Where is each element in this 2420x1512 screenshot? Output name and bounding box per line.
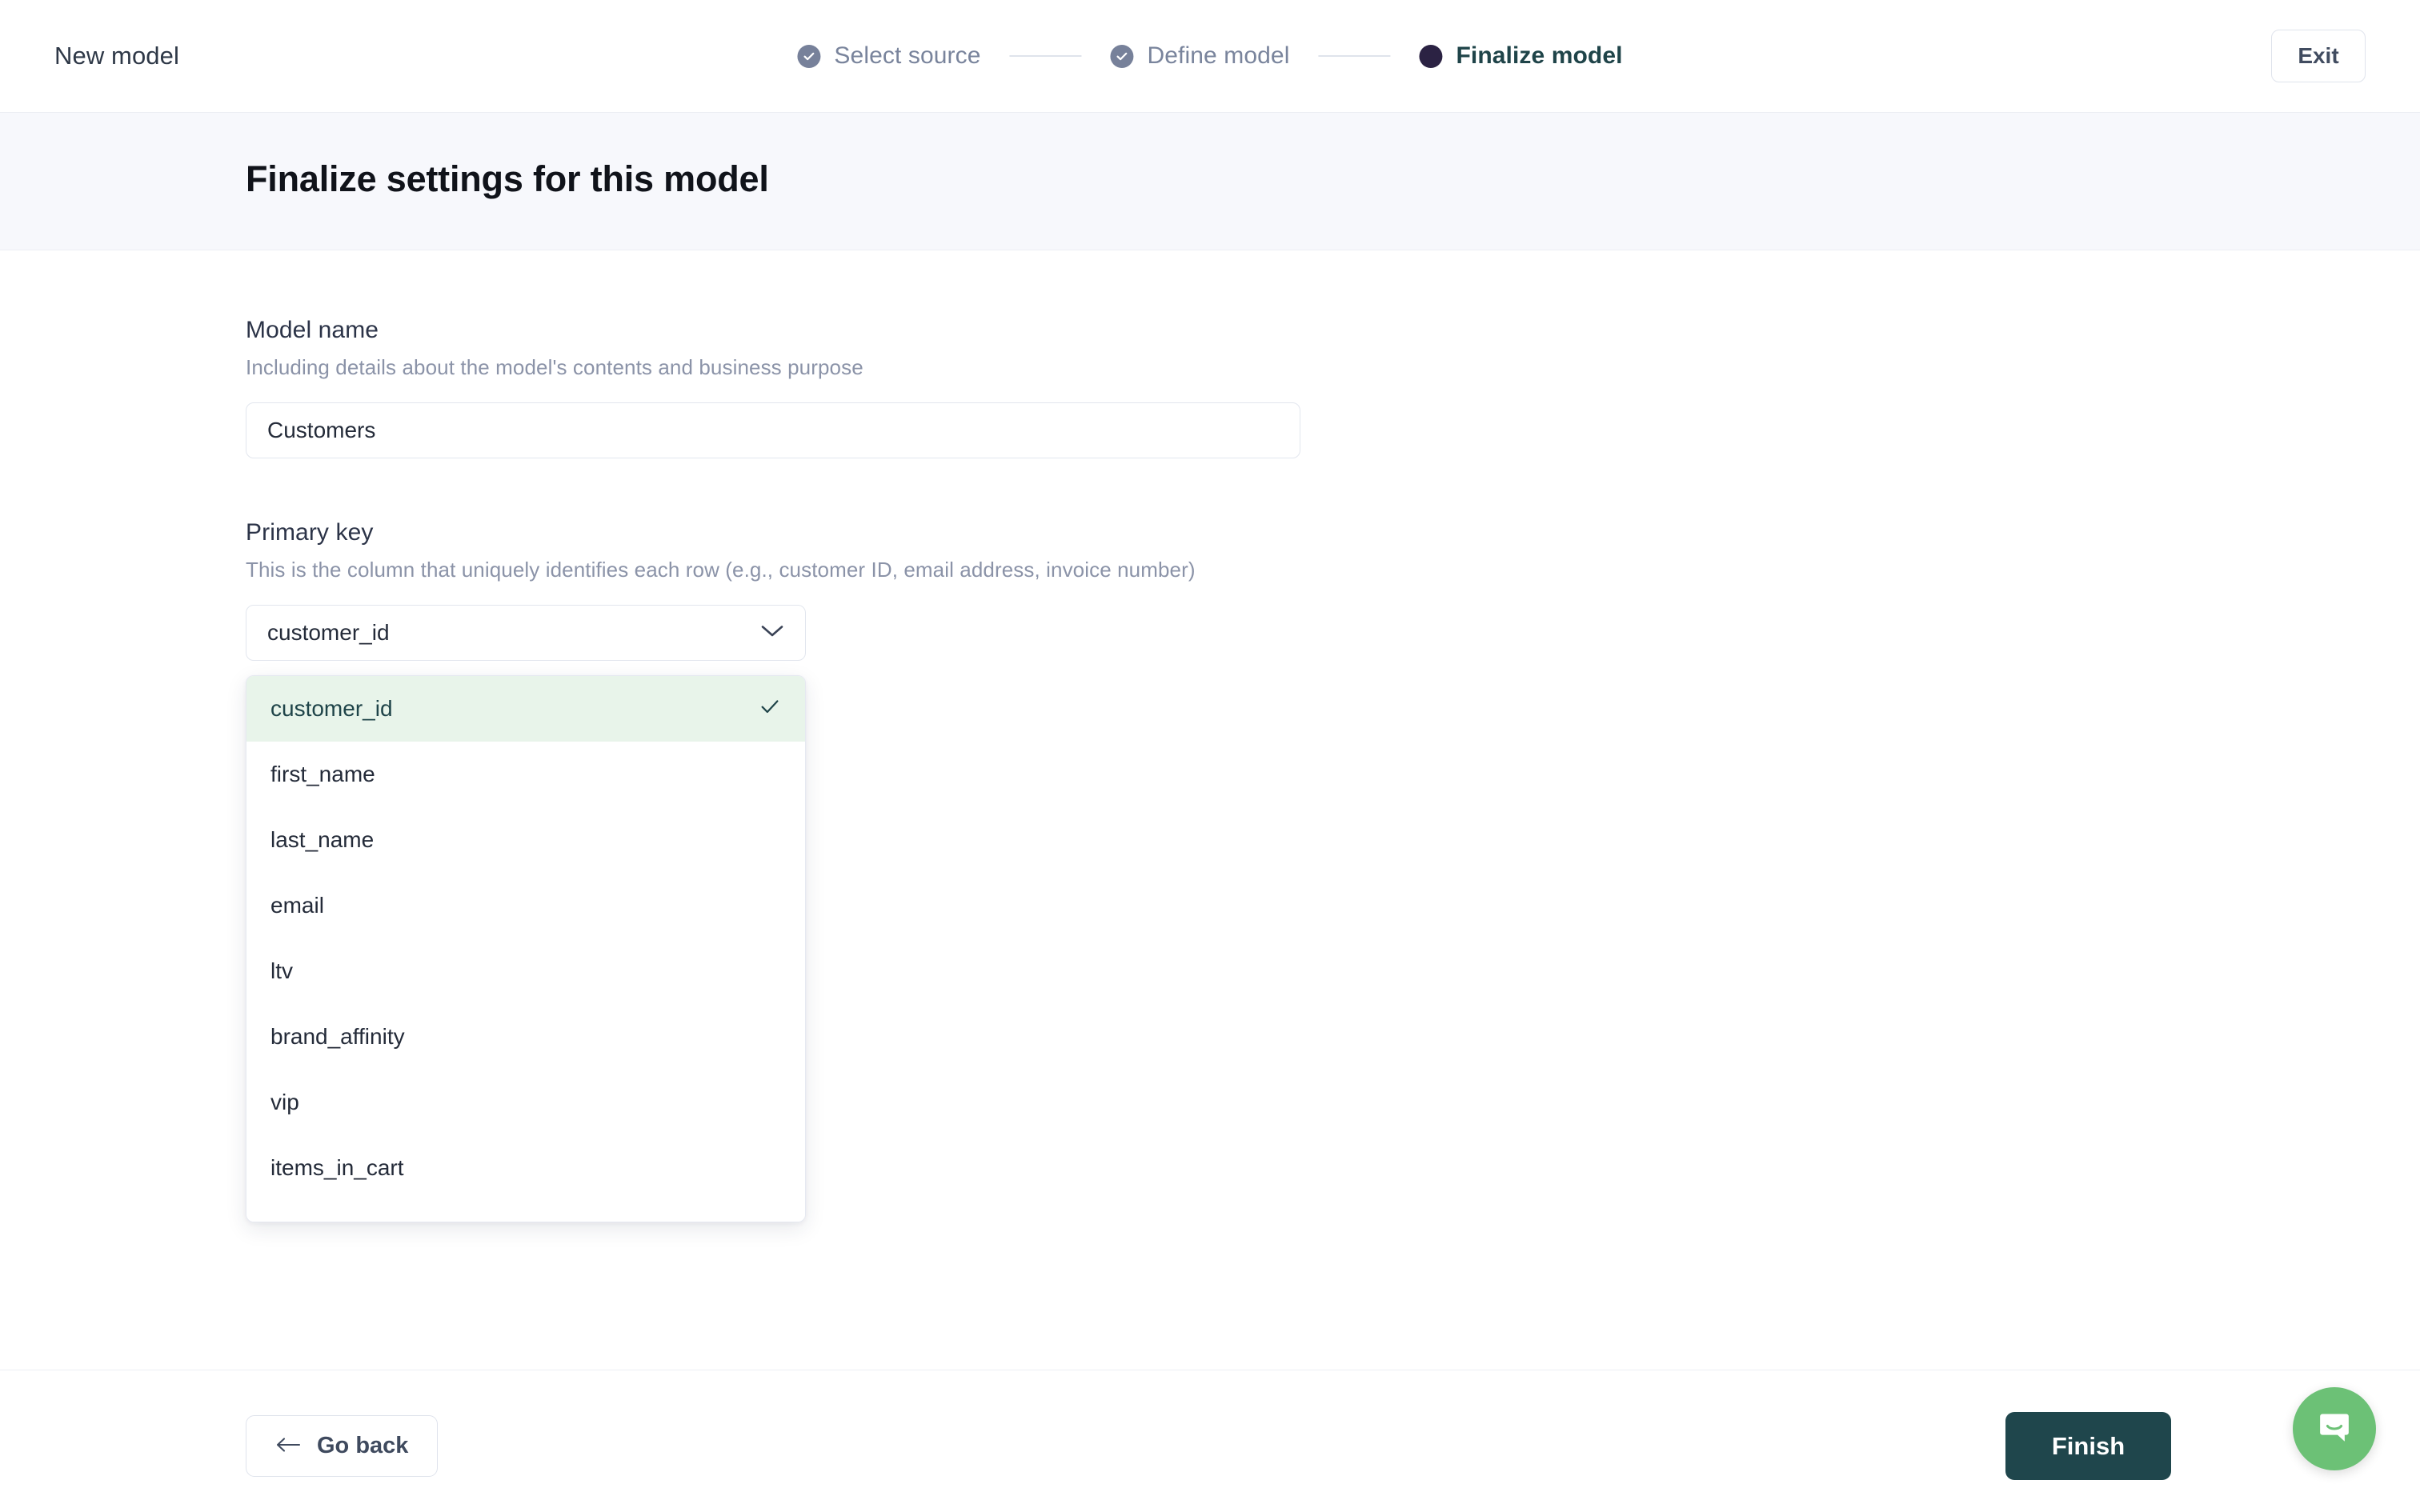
field-primary-key: Primary key This is the column that uniq… <box>246 519 1302 1222</box>
page-title: Finalize settings for this model <box>246 158 769 199</box>
primary-key-select-wrapper: customer_id customer_id first_name last_… <box>246 605 806 1222</box>
dropdown-option-label: first_name <box>270 762 375 786</box>
dropdown-option-label: email <box>270 893 324 918</box>
primary-key-selected-value: customer_id <box>267 620 390 645</box>
check-icon <box>759 695 781 723</box>
dropdown-option-label: ltv <box>270 958 293 983</box>
step-select-source[interactable]: Select source <box>797 42 980 70</box>
exit-button[interactable]: Exit <box>2271 30 2366 82</box>
dropdown-option-label: city <box>270 1221 781 1222</box>
step-define-model[interactable]: Define model <box>1110 42 1289 70</box>
primary-key-description: This is the column that uniquely identif… <box>246 558 1196 582</box>
chevron-down-icon <box>760 624 784 642</box>
intercom-launcher-button[interactable] <box>2293 1387 2376 1470</box>
page-brand-title: New model <box>54 42 179 70</box>
filled-circle-icon <box>1419 44 1443 68</box>
primary-key-label: Primary key <box>246 519 374 546</box>
dropdown-option-brand_affinity[interactable]: brand_affinity <box>246 1004 805 1070</box>
dropdown-option-label: last_name <box>270 827 375 852</box>
new-model-wizard: New model Select source Define model Fin… <box>0 0 2420 1512</box>
primary-key-dropdown-menu[interactable]: customer_id first_name last_name email l… <box>246 675 806 1222</box>
dropdown-option-email[interactable]: email <box>246 873 805 938</box>
chat-bubble-icon <box>2314 1408 2354 1450</box>
arrow-left-icon <box>275 1433 301 1459</box>
settings-form: Model name Including details about the m… <box>246 317 1302 1222</box>
primary-key-select[interactable]: customer_id <box>246 605 806 661</box>
form-body: Model name Including details about the m… <box>0 250 2420 1370</box>
check-circle-icon <box>1110 44 1134 68</box>
finish-button[interactable]: Finish <box>2005 1412 2171 1480</box>
model-name-description: Including details about the model's cont… <box>246 355 863 379</box>
step-label-finalize-model: Finalize model <box>1456 42 1623 69</box>
model-name-input[interactable] <box>246 402 1300 458</box>
dropdown-option-label: items_in_cart <box>270 1155 404 1180</box>
dropdown-option-label: customer_id <box>270 696 393 721</box>
wizard-stepper: Select source Define model Finalize mode… <box>797 42 1622 70</box>
step-connector-2 <box>1318 55 1391 57</box>
go-back-label: Go back <box>317 1433 409 1458</box>
dropdown-option-items_in_cart[interactable]: items_in_cart <box>246 1135 805 1201</box>
check-circle-icon <box>797 44 821 68</box>
step-label-define-model: Define model <box>1147 42 1290 69</box>
step-finalize-model[interactable]: Finalize model <box>1419 42 1622 70</box>
go-back-button[interactable]: Go back <box>246 1415 439 1477</box>
step-label-select-source: Select source <box>834 42 981 69</box>
page-header-banner: Finalize settings for this model <box>0 113 2420 250</box>
dropdown-option-customer_id[interactable]: customer_id <box>246 676 805 742</box>
field-model-name: Model name Including details about the m… <box>246 317 1302 458</box>
wizard-footer: Go back Finish <box>0 1370 2420 1512</box>
model-name-label: Model name <box>246 317 379 343</box>
top-bar: New model Select source Define model Fin… <box>0 0 2420 113</box>
dropdown-option-label: brand_affinity <box>270 1024 405 1049</box>
dropdown-option-first_name[interactable]: first_name <box>246 742 805 807</box>
dropdown-option-last_name[interactable]: last_name <box>246 807 805 873</box>
dropdown-option-vip[interactable]: vip <box>246 1070 805 1135</box>
dropdown-option-ltv[interactable]: ltv <box>246 938 805 1004</box>
step-connector-1 <box>1009 55 1082 57</box>
dropdown-option-label: vip <box>270 1090 299 1114</box>
dropdown-option-city[interactable]: city <box>246 1201 805 1222</box>
